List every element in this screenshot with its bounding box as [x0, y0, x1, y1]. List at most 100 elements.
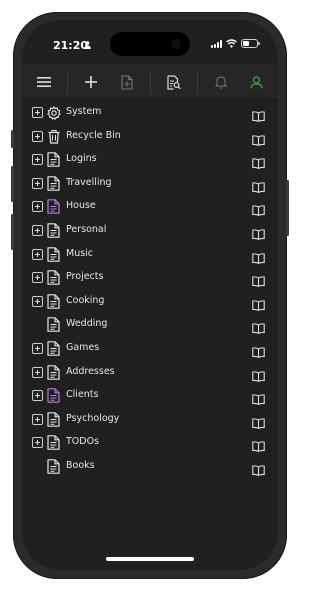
document-plus-icon [121, 74, 133, 90]
document-icon [47, 364, 61, 380]
document-icon [47, 388, 61, 403]
signal-icon [211, 39, 222, 48]
expand-toggle-icon[interactable] [32, 225, 43, 236]
tree-item-label: TODOs [66, 436, 100, 448]
expand-toggle-icon[interactable] [32, 201, 43, 213]
expand-toggle-icon[interactable] [32, 390, 43, 402]
expand-toggle-icon[interactable] [32, 130, 43, 142]
wifi-icon [226, 39, 237, 48]
book-open-icon[interactable] [252, 390, 265, 406]
expand-toggle-icon[interactable] [32, 272, 43, 284]
tree-item[interactable]: Music [22, 243, 278, 266]
book-open-icon[interactable] [252, 225, 265, 240]
book-open-icon[interactable] [252, 296, 265, 311]
expand-toggle-icon[interactable] [32, 366, 43, 378]
bell-icon [215, 76, 227, 89]
tree-item-label: Music [66, 247, 94, 259]
expand-toggle-icon[interactable] [32, 248, 43, 260]
document-icon [47, 246, 61, 262]
tree-item-label: System [66, 106, 102, 117]
book-open-icon[interactable] [252, 272, 265, 288]
tree-item[interactable]: Wedding [22, 313, 278, 336]
status-icons [211, 39, 260, 48]
document-search-icon [167, 74, 181, 90]
dynamic-island [110, 32, 190, 56]
document-icon [47, 435, 61, 451]
expand-toggle-icon[interactable] [32, 343, 43, 354]
new-note-button[interactable] [113, 68, 141, 96]
volume-down-button [11, 214, 14, 250]
expand-toggle-icon[interactable] [32, 177, 43, 189]
tree-item[interactable]: Books [22, 455, 278, 478]
book-open-icon[interactable] [252, 201, 265, 217]
camera-icon [171, 39, 181, 49]
document-icon [47, 152, 61, 167]
book-open-icon[interactable] [252, 437, 265, 453]
screen: 21:20 System Recycle Bin Logins Travelli… [22, 20, 278, 570]
tree-item[interactable]: Logins [22, 148, 278, 171]
tree-item[interactable]: Personal [22, 219, 278, 242]
expand-toggle-icon[interactable] [32, 413, 43, 425]
tree-item[interactable]: System [22, 101, 278, 124]
account-button[interactable] [242, 68, 270, 96]
tree-item-label: Addresses [66, 365, 115, 377]
gear-icon [47, 105, 61, 120]
book-open-icon[interactable] [252, 414, 265, 429]
power-button [286, 180, 289, 236]
tree-item[interactable]: Recycle Bin [22, 125, 278, 148]
book-open-icon[interactable] [252, 178, 265, 193]
toolbar [22, 64, 278, 100]
book-open-icon[interactable] [252, 107, 265, 122]
tree-item-label: Cooking [66, 294, 105, 306]
menu-button[interactable] [30, 68, 58, 96]
hamburger-icon [37, 77, 51, 87]
book-open-icon[interactable] [252, 154, 265, 170]
tree-item[interactable]: Games [22, 337, 278, 360]
document-icon [47, 341, 61, 356]
user-icon [249, 75, 263, 89]
tree-item[interactable]: Travelling [22, 172, 278, 195]
tree-item-label: Personal [66, 224, 107, 235]
tree-item-label: Travelling [66, 176, 112, 188]
document-icon [47, 411, 61, 427]
tree-item-label: Wedding [66, 318, 108, 330]
document-icon [47, 199, 61, 215]
book-open-icon[interactable] [252, 343, 265, 358]
expand-toggle-icon[interactable] [32, 107, 43, 118]
tree-item[interactable]: Clients [22, 384, 278, 407]
book-open-icon[interactable] [252, 249, 265, 264]
book-open-icon[interactable] [252, 461, 265, 476]
notifications-button[interactable] [207, 68, 235, 96]
tree-item[interactable]: Projects [22, 266, 278, 289]
tree-item[interactable]: Cooking [22, 290, 278, 313]
toolbar-divider [67, 70, 68, 94]
tree-item[interactable]: Addresses [22, 361, 278, 384]
action-button [11, 130, 14, 148]
tree-item-label: Games [66, 342, 100, 353]
expand-toggle-icon[interactable] [32, 154, 43, 166]
person-icon [84, 41, 91, 49]
add-button[interactable] [77, 68, 105, 96]
book-open-icon[interactable] [252, 319, 265, 335]
toolbar-divider [150, 70, 151, 94]
expand-toggle-icon[interactable] [32, 437, 43, 449]
search-notes-button[interactable] [160, 68, 188, 96]
tree-item[interactable]: TODOs [22, 431, 278, 454]
document-icon [47, 175, 61, 191]
tree-item-label: Logins [66, 153, 97, 165]
tree-item[interactable]: House [22, 195, 278, 218]
trash-icon [47, 129, 61, 144]
book-open-icon[interactable] [252, 131, 265, 146]
tree-item-label: Psychology [66, 412, 120, 424]
book-open-icon[interactable] [252, 367, 265, 382]
tree-item[interactable]: Psychology [22, 408, 278, 431]
tree-item-label: Books [66, 460, 95, 471]
tree-item-label: Recycle Bin [66, 129, 121, 141]
plus-icon [85, 76, 97, 88]
document-icon [47, 270, 61, 285]
tree-item-label: Clients [66, 389, 99, 401]
expand-toggle-icon[interactable] [32, 295, 43, 307]
volume-up-button [11, 166, 14, 202]
home-indicator[interactable] [106, 557, 194, 561]
document-icon [47, 223, 61, 238]
